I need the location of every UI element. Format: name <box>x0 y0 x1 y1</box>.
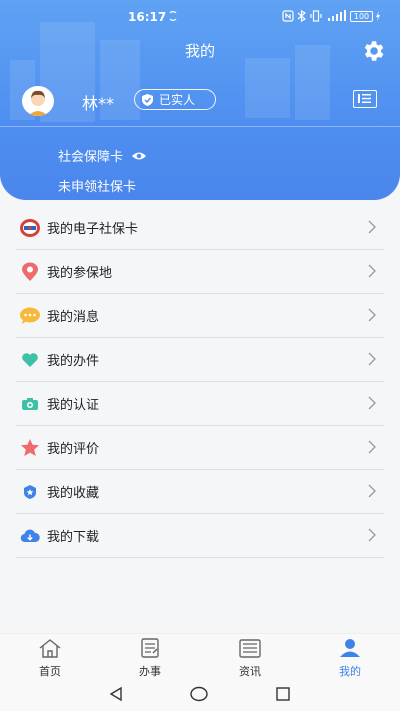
heart-icon <box>19 349 41 371</box>
chevron-right-icon <box>368 440 376 454</box>
profile-header: 16:17 100 我的 林** 已实人 社会保障卡 未申领社保卡 <box>0 0 400 200</box>
gear-icon[interactable] <box>360 38 386 64</box>
header-divider <box>0 126 400 127</box>
menu-item-reviews[interactable]: 我的评价 <box>16 426 384 470</box>
back-icon[interactable] <box>108 686 124 702</box>
bluetooth-icon <box>297 10 306 22</box>
chevron-right-icon <box>368 396 376 410</box>
nfc-icon <box>282 10 294 22</box>
cloud-download-icon <box>19 525 41 547</box>
menu-item-favorites[interactable]: 我的收藏 <box>16 470 384 514</box>
status-time: 16:17 <box>128 10 167 24</box>
chevron-right-icon <box>368 528 376 542</box>
menu-item-insured-location[interactable]: 我的参保地 <box>16 250 384 294</box>
page-title: 我的 <box>184 42 215 60</box>
id-card-lines <box>358 94 371 103</box>
profile-icon <box>340 639 360 657</box>
menu-item-authentication[interactable]: 我的认证 <box>16 382 384 426</box>
chevron-right-icon <box>368 308 376 322</box>
avatar[interactable] <box>22 86 54 116</box>
profile-menu-list: 我的电子社保卡 我的参保地 我的消息 我的办件 我的认证 我的评价 我的收藏 我… <box>16 206 384 558</box>
location-pin-icon <box>19 261 41 283</box>
system-nav-bar <box>0 677 400 711</box>
verified-badge: 已实人 <box>134 89 216 110</box>
tab-news[interactable]: 资讯 <box>220 638 280 679</box>
home-icon <box>39 639 61 658</box>
tab-profile[interactable]: 我的 <box>320 638 380 679</box>
menu-item-social-card[interactable]: 我的电子社保卡 <box>16 206 384 250</box>
avatar-boy-icon <box>23 86 53 116</box>
chevron-right-icon <box>368 264 376 278</box>
camera-icon <box>19 393 41 415</box>
menu-item-my-cases[interactable]: 我的办件 <box>16 338 384 382</box>
building-decor <box>245 58 290 118</box>
chevron-right-icon <box>368 484 376 498</box>
news-icon <box>239 639 261 658</box>
battery-indicator: 100 <box>350 11 373 22</box>
shield-check-icon <box>142 93 153 106</box>
social-card-label[interactable]: 社会保障卡 <box>58 146 147 165</box>
tab-home[interactable]: 首页 <box>20 638 80 679</box>
sync-icon <box>169 11 177 21</box>
id-card-icon[interactable] <box>353 90 377 108</box>
charging-icon <box>376 11 380 21</box>
recents-icon[interactable] <box>276 687 290 701</box>
menu-item-messages[interactable]: 我的消息 <box>16 294 384 338</box>
home-circle-icon[interactable] <box>190 686 208 702</box>
username: 林** <box>82 94 115 113</box>
bottom-tab-bar: 首页 办事 资讯 我的 <box>0 633 400 679</box>
menu-item-downloads[interactable]: 我的下载 <box>16 514 384 558</box>
vibrate-icon <box>310 10 322 22</box>
signal-icon <box>328 10 346 21</box>
chevron-right-icon <box>368 352 376 366</box>
task-icon <box>141 638 159 658</box>
status-bar: 16:17 100 <box>0 0 400 34</box>
favorite-icon <box>19 481 41 503</box>
tab-services[interactable]: 办事 <box>120 638 180 679</box>
star-icon <box>19 437 41 459</box>
eye-icon[interactable] <box>131 151 147 161</box>
social-card-status: 未申领社保卡 <box>58 180 137 195</box>
chevron-right-icon <box>368 220 376 234</box>
social-card-icon <box>19 217 41 239</box>
verified-label: 已实人 <box>159 93 196 107</box>
message-icon <box>19 305 41 327</box>
